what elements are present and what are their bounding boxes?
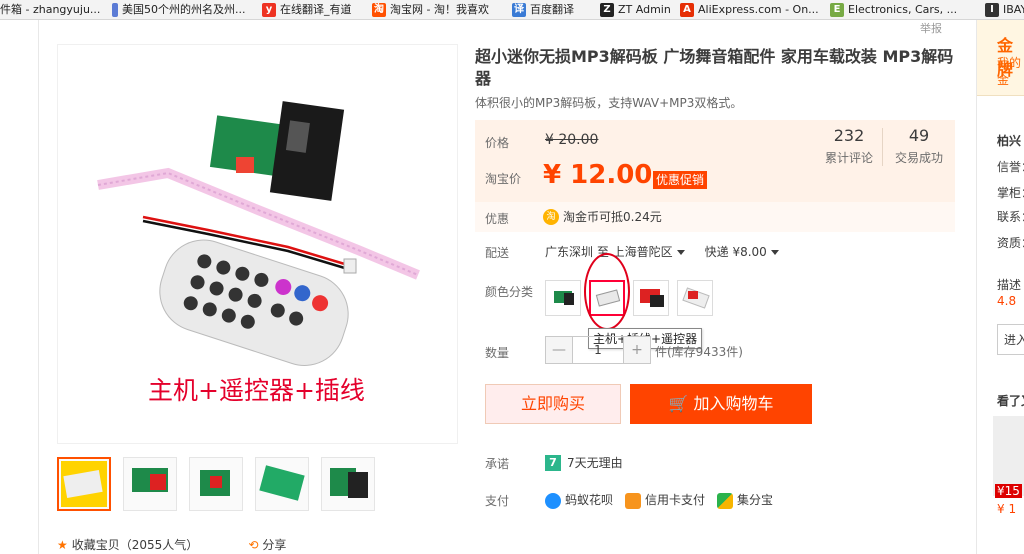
thumbnail-1[interactable]	[57, 457, 111, 511]
bookmark-icon	[112, 3, 118, 17]
bookmark-youdao[interactable]: y 在线翻译_有道	[262, 2, 352, 18]
credit-card-payment[interactable]: 信用卡支付	[625, 491, 705, 509]
quantity-plus-button[interactable]: +	[623, 336, 651, 364]
taobao-price: ¥ 12.00	[543, 160, 653, 190]
shop-info-credit: 信誉：	[997, 160, 1024, 174]
youdao-icon: y	[262, 3, 276, 17]
favorite-link[interactable]: ★ 收藏宝贝（2055人气）	[57, 536, 198, 553]
thumbnail-5[interactable]	[321, 457, 375, 511]
reviews-stat[interactable]: 232 累计评论	[825, 126, 873, 166]
shop-desc-label: 描述	[997, 278, 1022, 292]
shipping-row: 广东深圳 至 上海普陀区 快递 ¥8.00	[545, 243, 779, 260]
chevron-down-icon	[676, 250, 685, 255]
add-to-cart-button[interactable]: 🛒 加入购物车	[630, 384, 812, 424]
shop-desc-score: 4.8	[997, 294, 1017, 308]
jifenbao-icon	[717, 492, 734, 509]
also-viewed-price-tag: ¥15	[995, 484, 1022, 498]
price-box: 价格 ¥ 20.00 淘宝价 ¥ 12.00 优惠促销 232 累计评论 49 …	[475, 120, 955, 202]
color-option-1[interactable]	[545, 280, 581, 316]
credit-card-icon	[625, 492, 642, 509]
share-icon: ⟲	[248, 538, 259, 552]
shipping-method-select[interactable]: 快递 ¥8.00	[705, 243, 779, 260]
quantity-input[interactable]: 1	[573, 336, 623, 364]
promo-label: 优惠	[485, 212, 510, 226]
shop-info-owner: 掌柜：	[997, 186, 1024, 200]
huabei-icon	[545, 492, 561, 509]
ibay-icon: I	[985, 3, 999, 17]
also-viewed-title: 看了又	[997, 394, 1024, 408]
stat-divider	[882, 128, 883, 166]
sales-stat: 49 交易成功	[895, 126, 944, 165]
main-product-image[interactable]: 主机+遥控器+插线	[57, 44, 458, 444]
seven-days-icon: 7	[545, 454, 561, 471]
promise-label: 承诺	[485, 457, 510, 471]
thumbnail-strip	[57, 457, 375, 511]
thumbnail-2[interactable]	[123, 457, 177, 511]
product-subtitle: 体积很小的MP3解码板，支持WAV+MP3双格式。	[475, 96, 743, 110]
stock-text: 件(库存9433件)	[655, 345, 743, 359]
promo-value: 淘 淘金币可抵0.24元	[543, 208, 662, 225]
also-viewed-price: ¥ 1	[997, 502, 1017, 516]
bookmark-baidu-translate[interactable]: 译百度翻译	[512, 2, 574, 18]
promise-row[interactable]: 7 7天无理由	[545, 454, 623, 471]
thumbnail-3[interactable]	[189, 457, 243, 511]
promo-row: 优惠 淘 淘金币可抵0.24元	[475, 202, 955, 232]
shop-info-contact: 联系：	[997, 210, 1024, 224]
divider	[38, 20, 39, 554]
aliexpress-icon: A	[680, 3, 694, 17]
payment-methods: 蚂蚁花呗 信用卡支付 集分宝	[545, 491, 773, 509]
image-caption: 主机+遥控器+插线	[148, 376, 365, 405]
share-link[interactable]: ⟲ 分享	[248, 536, 286, 553]
annotation-circle	[584, 253, 630, 330]
shop-name[interactable]: 柏兴	[997, 132, 1021, 149]
shop-info-qualification: 资质：	[997, 236, 1024, 250]
zt-admin-icon: Z	[600, 3, 614, 17]
product-page: 举报 主机+遥控器+插线 ★ 收藏宝贝（2055人气） ⟲ 分享 超小迷你无损M…	[0, 20, 1024, 554]
bottom-actions: ★ 收藏宝贝（2055人气） ⟲ 分享	[57, 536, 286, 553]
color-option-4[interactable]	[677, 280, 713, 316]
enter-shop-button[interactable]: 进入	[997, 324, 1024, 355]
bookmark-ibay[interactable]: IIBAY	[985, 2, 1024, 18]
product-title: 超小迷你无损MP3解码板 广场舞音箱配件 家用车载改装 MP3解码器	[475, 47, 954, 88]
gold-seller-banner[interactable]: 金牌 我的金	[977, 20, 1024, 96]
bookmark-taobao[interactable]: 淘淘宝网 - 淘！我喜欢	[372, 2, 489, 18]
taobao-icon: 淘	[372, 3, 386, 17]
color-label: 颜色分类	[485, 285, 534, 299]
chevron-down-icon	[770, 250, 779, 255]
bookmarks-bar: 件箱 - zhangyuju... 美国50个州的州名及州... y 在线翻译_有…	[0, 0, 1024, 20]
bookmark-zt-admin[interactable]: Z ZT Admin	[600, 2, 671, 18]
taobao-price-label: 淘宝价	[485, 172, 522, 186]
huabei-payment[interactable]: 蚂蚁花呗	[545, 491, 613, 509]
report-link[interactable]: 举报	[920, 20, 942, 36]
promotion-badge[interactable]: 优惠促销	[653, 171, 708, 189]
jifenbao-payment[interactable]: 集分宝	[717, 491, 773, 509]
bookmark-aliexpress[interactable]: A AliExpress.com - On...	[680, 2, 819, 18]
color-option-3[interactable]	[633, 280, 669, 316]
quantity-label: 数量	[485, 346, 510, 360]
original-price-label: 价格	[485, 136, 510, 150]
thumbnail-4[interactable]	[255, 457, 309, 511]
bookmark-mail[interactable]: 件箱 - zhangyuju...	[0, 2, 100, 18]
bookmark-ebay-electronics[interactable]: E Electronics, Cars, ...	[830, 2, 957, 18]
buy-now-button[interactable]: 立即购买	[485, 384, 621, 424]
bookmark-states[interactable]: 美国50个州的州名及州...	[112, 2, 246, 18]
taobao-coin-icon: 淘	[543, 208, 559, 225]
original-price: ¥ 20.00	[545, 132, 599, 148]
payment-label: 支付	[485, 494, 510, 508]
cart-icon: 🛒	[668, 394, 694, 413]
ebay-icon: E	[830, 3, 844, 17]
quantity-stepper: — 1 +	[545, 336, 651, 364]
translate-icon: 译	[512, 3, 526, 17]
right-sidebar: 金牌 我的金 柏兴 信誉： 掌柜： 联系： 资质： 描述 4.8 进入 看了又 …	[976, 20, 1024, 554]
quantity-minus-button[interactable]: —	[545, 336, 573, 364]
shipping-label: 配送	[485, 246, 510, 260]
star-icon: ★	[57, 538, 68, 552]
